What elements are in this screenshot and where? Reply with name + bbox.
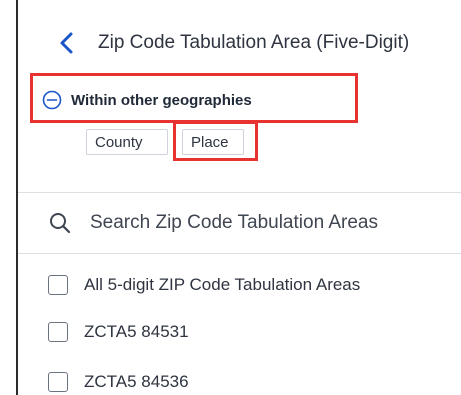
checkbox[interactable]	[48, 275, 68, 295]
list-item-zcta5-84531[interactable]: ZCTA5 84531	[48, 320, 189, 344]
within-geographies-toggle[interactable]: Within other geographies	[42, 87, 252, 113]
list-item-label: ZCTA5 84536	[84, 372, 189, 391]
search-input[interactable]	[90, 207, 461, 239]
panel-header: Zip Code Tabulation Area (Five-Digit)	[18, 18, 461, 68]
within-geographies-label: Within other geographies	[71, 91, 252, 109]
divider-search	[18, 253, 461, 254]
back-button[interactable]	[54, 28, 80, 58]
search-icon	[50, 213, 71, 234]
list-item-all[interactable]: All 5-digit ZIP Code Tabulation Areas	[48, 273, 360, 297]
screenshot-frame: Zip Code Tabulation Area (Five-Digit) Wi…	[0, 0, 461, 395]
checkbox[interactable]	[48, 322, 68, 342]
chip-county[interactable]: County	[86, 129, 168, 155]
list-item-label: ZCTA5 84531	[84, 322, 189, 341]
page-title: Zip Code Tabulation Area (Five-Digit)	[98, 32, 410, 53]
checkbox[interactable]	[48, 372, 68, 392]
highlight-box-place	[173, 121, 258, 161]
list-item-label: All 5-digit ZIP Code Tabulation Areas	[84, 275, 361, 294]
search-row	[18, 193, 461, 253]
list-item-zcta5-84536[interactable]: ZCTA5 84536	[48, 370, 189, 394]
minus-circle-icon	[42, 90, 62, 110]
chevron-left-icon	[60, 32, 73, 54]
geography-panel: Zip Code Tabulation Area (Five-Digit) Wi…	[18, 0, 461, 395]
